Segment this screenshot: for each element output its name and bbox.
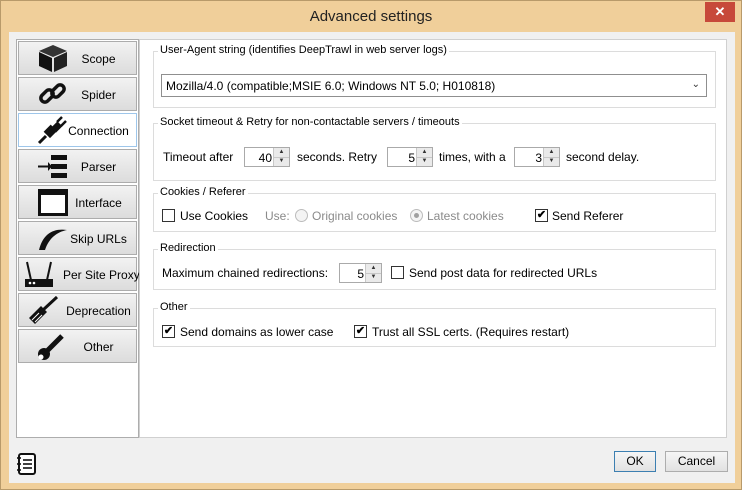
retry-value: 5 bbox=[408, 151, 415, 165]
send-post-data-checkbox[interactable] bbox=[391, 266, 404, 279]
sidebar-item-label: Connection bbox=[68, 124, 129, 138]
sidebar-item-other[interactable]: Other bbox=[18, 329, 137, 363]
sidebar-item-interface[interactable]: Interface bbox=[18, 185, 137, 219]
useragent-value: Mozilla/4.0 (compatible;MSIE 6.0; Window… bbox=[166, 79, 496, 93]
sidebar-item-per-site-proxy[interactable]: Per Site Proxy bbox=[18, 257, 140, 291]
retry-stepper[interactable]: 5 ▲ ▼ bbox=[387, 147, 433, 167]
latest-cookies-radio[interactable] bbox=[410, 209, 423, 222]
stepper-down-icon[interactable]: ▼ bbox=[366, 273, 381, 282]
delay-stepper[interactable]: 3 ▲ ▼ bbox=[514, 147, 560, 167]
delay-value: 3 bbox=[535, 151, 542, 165]
send-referer-checkbox[interactable]: ✔ bbox=[535, 209, 548, 222]
group-legend: User-Agent string (identifies DeepTrawl … bbox=[158, 44, 449, 56]
lowercase-domains-label: Send domains as lower case bbox=[180, 325, 334, 339]
notes-icon[interactable] bbox=[17, 452, 37, 476]
advanced-settings-window: Advanced settings ✕ Scope Spider Connect… bbox=[0, 0, 742, 490]
connection-settings-panel: User-Agent string (identifies DeepTrawl … bbox=[139, 39, 727, 438]
timeout-group: Socket timeout & Retry for non-contactab… bbox=[153, 116, 716, 181]
use-cookies-label: Use Cookies bbox=[180, 209, 249, 223]
timeout-value: 40 bbox=[258, 151, 272, 165]
router-icon bbox=[25, 261, 53, 287]
times-label: times, with a bbox=[439, 150, 506, 164]
send-post-data-label: Send post data for redirected URLs bbox=[409, 266, 598, 280]
use-cookies-checkbox[interactable] bbox=[162, 209, 175, 222]
delay-label: second delay. bbox=[566, 150, 640, 164]
other-group: Other ✔ Send domains as lower case ✔ Tru… bbox=[153, 301, 716, 347]
group-legend: Cookies / Referer bbox=[158, 186, 248, 198]
sidebar-item-connection[interactable]: Connection bbox=[18, 113, 137, 147]
trust-ssl-checkbox[interactable]: ✔ bbox=[354, 325, 367, 338]
stepper-down-icon[interactable]: ▼ bbox=[544, 157, 559, 166]
settings-sidebar: Scope Spider Connection Parser Interface… bbox=[16, 39, 140, 438]
lowercase-domains-checkbox[interactable]: ✔ bbox=[162, 325, 175, 338]
sidebar-item-label: Per Site Proxy bbox=[63, 268, 140, 282]
cookies-group: Cookies / Referer Use Cookies Use: Origi… bbox=[153, 186, 716, 232]
broom-icon bbox=[29, 296, 59, 324]
chevron-down-icon: ⌄ bbox=[691, 79, 700, 90]
sidebar-item-label: Parser bbox=[80, 160, 117, 174]
close-button[interactable]: ✕ bbox=[705, 2, 735, 22]
dialog-client-area: Scope Spider Connection Parser Interface… bbox=[9, 32, 735, 483]
original-cookies-radio[interactable] bbox=[295, 209, 308, 222]
sidebar-item-label: Scope bbox=[81, 52, 116, 66]
title-bar[interactable]: Advanced settings ✕ bbox=[1, 1, 741, 32]
timeout-stepper[interactable]: 40 ▲ ▼ bbox=[244, 147, 290, 167]
sidebar-item-label: Spider bbox=[81, 88, 116, 102]
stepper-down-icon[interactable]: ▼ bbox=[274, 157, 289, 166]
group-legend: Socket timeout & Retry for non-contactab… bbox=[158, 116, 462, 128]
sidebar-item-parser[interactable]: Parser bbox=[18, 149, 137, 183]
sidebar-item-label: Interface bbox=[75, 196, 122, 210]
group-legend: Other bbox=[158, 301, 190, 313]
cancel-button[interactable]: Cancel bbox=[665, 451, 728, 472]
seconds-retry-label: seconds. Retry bbox=[297, 150, 378, 164]
timeout-label: Timeout after bbox=[163, 150, 234, 164]
sidebar-item-scope[interactable]: Scope bbox=[18, 41, 137, 75]
max-redirections-value: 5 bbox=[357, 267, 364, 281]
trust-ssl-label: Trust all SSL certs. (Requires restart) bbox=[372, 325, 570, 339]
sidebar-item-skip-urls[interactable]: Skip URLs bbox=[18, 221, 137, 255]
sidebar-item-label: Skip URLs bbox=[70, 232, 127, 246]
group-legend: Redirection bbox=[158, 242, 218, 254]
original-cookies-label: Original cookies bbox=[312, 209, 398, 223]
sidebar-item-label: Deprecation bbox=[66, 304, 131, 318]
max-redirections-label: Maximum chained redirections: bbox=[162, 266, 329, 280]
use-label: Use: bbox=[265, 209, 290, 223]
window-title: Advanced settings bbox=[309, 8, 433, 25]
latest-cookies-label: Latest cookies bbox=[427, 209, 504, 223]
useragent-group: User-Agent string (identifies DeepTrawl … bbox=[153, 44, 716, 108]
send-referer-label: Send Referer bbox=[552, 209, 624, 223]
ok-button[interactable]: OK bbox=[614, 451, 656, 472]
stepper-down-icon[interactable]: ▼ bbox=[417, 157, 432, 166]
max-redirections-stepper[interactable]: 5 ▲ ▼ bbox=[339, 263, 382, 283]
sidebar-item-spider[interactable]: Spider bbox=[18, 77, 137, 111]
sidebar-item-deprecation[interactable]: Deprecation bbox=[18, 293, 137, 327]
sidebar-item-label: Other bbox=[83, 340, 114, 354]
useragent-select[interactable]: Mozilla/4.0 (compatible;MSIE 6.0; Window… bbox=[161, 74, 707, 97]
redirection-group: Redirection Maximum chained redirections… bbox=[153, 242, 716, 290]
